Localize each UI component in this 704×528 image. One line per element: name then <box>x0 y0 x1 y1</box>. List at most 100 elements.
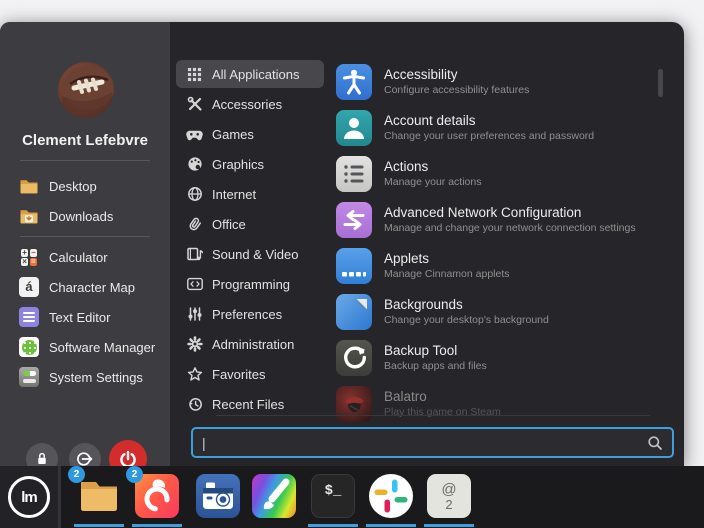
accessibility-app-icon <box>336 64 372 100</box>
tools-icon <box>186 96 203 113</box>
desktop-background <box>684 22 704 466</box>
paintbrush-icon <box>252 474 296 518</box>
text-editor-icon <box>18 306 40 328</box>
divider <box>20 160 150 161</box>
applets-app-icon <box>336 248 372 284</box>
category-administration[interactable]: Administration <box>176 330 324 358</box>
app-title: Advanced Network Configuration <box>384 205 636 221</box>
search-input[interactable]: | <box>191 427 674 458</box>
category-all-applications[interactable]: All Applications <box>176 60 324 88</box>
taskbar-item-firefox[interactable]: 2 <box>135 474 179 518</box>
cinnamon-menu: Clement Lefebvre Desktop Downloads +−×= … <box>0 22 684 466</box>
balatro-app-icon <box>336 386 372 422</box>
category-label: Graphics <box>212 157 264 172</box>
divider <box>216 415 650 416</box>
app-row-advanced-network-configuration[interactable]: Advanced Network ConfigurationManage and… <box>336 198 648 242</box>
sidebar-item-calculator[interactable]: +−×= Calculator <box>18 243 164 271</box>
category-office[interactable]: Office <box>176 210 324 238</box>
app-subtitle: Backup apps and files <box>384 360 487 373</box>
backup-tool-app-icon <box>336 340 372 376</box>
category-label: Preferences <box>212 307 282 322</box>
category-label: Programming <box>212 277 290 292</box>
linux-mint-logo-icon: lm <box>8 476 50 518</box>
taskbar-item-paint[interactable] <box>252 474 296 518</box>
account-details-app-icon <box>336 110 372 146</box>
sidebar-item-label: Character Map <box>49 280 135 295</box>
divider <box>20 236 150 237</box>
category-label: Administration <box>212 337 294 352</box>
paperclip-icon <box>186 216 203 233</box>
taskbar-item-screenshot[interactable] <box>196 474 240 518</box>
sliders-icon <box>186 306 203 323</box>
app-subtitle: Manage your actions <box>384 176 481 189</box>
category-sound-video[interactable]: Sound & Video <box>176 240 324 268</box>
app-row-backgrounds[interactable]: BackgroundsChange your desktop's backgro… <box>336 290 648 334</box>
app-row-account-details[interactable]: Account detailsChange your user preferen… <box>336 106 648 150</box>
sidebar-item-text-editor[interactable]: Text Editor <box>18 303 164 331</box>
history-icon <box>186 396 203 413</box>
sidebar-item-downloads[interactable]: Downloads <box>18 202 164 230</box>
app-row-backup-tool[interactable]: Backup ToolBackup apps and files <box>336 336 648 380</box>
menu-button[interactable]: lm <box>0 466 58 528</box>
app-row-accessibility[interactable]: AccessibilityConfigure accessibility fea… <box>336 60 648 104</box>
actions-app-icon <box>336 156 372 192</box>
category-label: All Applications <box>212 67 299 82</box>
globe-icon <box>186 186 203 203</box>
taskbar-item-chat[interactable]: @ 2 <box>427 474 471 518</box>
film-note-icon <box>186 246 203 263</box>
notification-badge: 2 <box>68 466 85 483</box>
sidebar-item-label: Software Manager <box>49 340 155 355</box>
text-cursor: | <box>202 435 206 451</box>
category-programming[interactable]: Programming <box>176 270 324 298</box>
app-title: Applets <box>384 251 510 267</box>
terminal-icon: $_ <box>311 474 355 518</box>
sidebar-item-label: System Settings <box>49 370 143 385</box>
category-internet[interactable]: Internet <box>176 180 324 208</box>
category-accessories[interactable]: Accessories <box>176 90 324 118</box>
app-title: Actions <box>384 159 481 175</box>
app-row-applets[interactable]: AppletsManage Cinnamon applets <box>336 244 648 288</box>
software-manager-icon <box>18 336 40 358</box>
system-settings-icon <box>18 366 40 388</box>
category-recent-files[interactable]: Recent Files <box>176 390 324 418</box>
chat-mentions-icon: @ 2 <box>427 474 471 518</box>
category-games[interactable]: Games <box>176 120 324 148</box>
sidebar-item-label: Text Editor <box>49 310 110 325</box>
app-row-balatro[interactable]: BalatroPlay this game on Steam <box>336 382 648 426</box>
sidebar-item-character-map[interactable]: á Character Map <box>18 273 164 301</box>
sidebar-item-system-settings[interactable]: System Settings <box>18 363 164 391</box>
files-icon <box>77 474 121 518</box>
network-configuration-app-icon <box>336 202 372 238</box>
backgrounds-app-icon <box>336 294 372 330</box>
folder-download-icon <box>18 205 40 227</box>
firefox-icon <box>135 474 179 518</box>
sidebar-item-software-manager[interactable]: Software Manager <box>18 333 164 361</box>
taskbar-item-slack[interactable] <box>369 474 413 518</box>
category-label: Sound & Video <box>212 247 299 262</box>
category-favorites[interactable]: Favorites <box>176 360 324 388</box>
notification-badge: 2 <box>126 466 143 483</box>
app-subtitle: Manage and change your network connectio… <box>384 222 636 235</box>
app-row-actions[interactable]: ActionsManage your actions <box>336 152 648 196</box>
app-subtitle: Configure accessibility features <box>384 84 529 97</box>
category-label: Games <box>212 127 254 142</box>
user-name: Clement Lefebvre <box>0 132 170 149</box>
sidebar-item-label: Downloads <box>49 209 113 224</box>
code-icon <box>186 276 203 293</box>
taskbar-item-files[interactable]: 2 <box>77 474 121 518</box>
gamepad-icon <box>186 126 203 143</box>
app-subtitle: Change your desktop's background <box>384 314 549 327</box>
app-title: Balatro <box>384 389 501 405</box>
divider <box>58 466 61 528</box>
category-label: Internet <box>212 187 256 202</box>
user-avatar[interactable] <box>58 62 114 118</box>
category-graphics[interactable]: Graphics <box>176 150 324 178</box>
sidebar-item-desktop[interactable]: Desktop <box>18 172 164 200</box>
football-avatar-image <box>58 62 114 118</box>
taskbar-item-terminal[interactable]: $_ <box>311 474 355 518</box>
character-map-icon: á <box>18 276 40 298</box>
category-label: Recent Files <box>212 397 284 412</box>
star-icon <box>186 366 203 383</box>
category-preferences[interactable]: Preferences <box>176 300 324 328</box>
scrollbar-thumb[interactable] <box>658 69 663 97</box>
